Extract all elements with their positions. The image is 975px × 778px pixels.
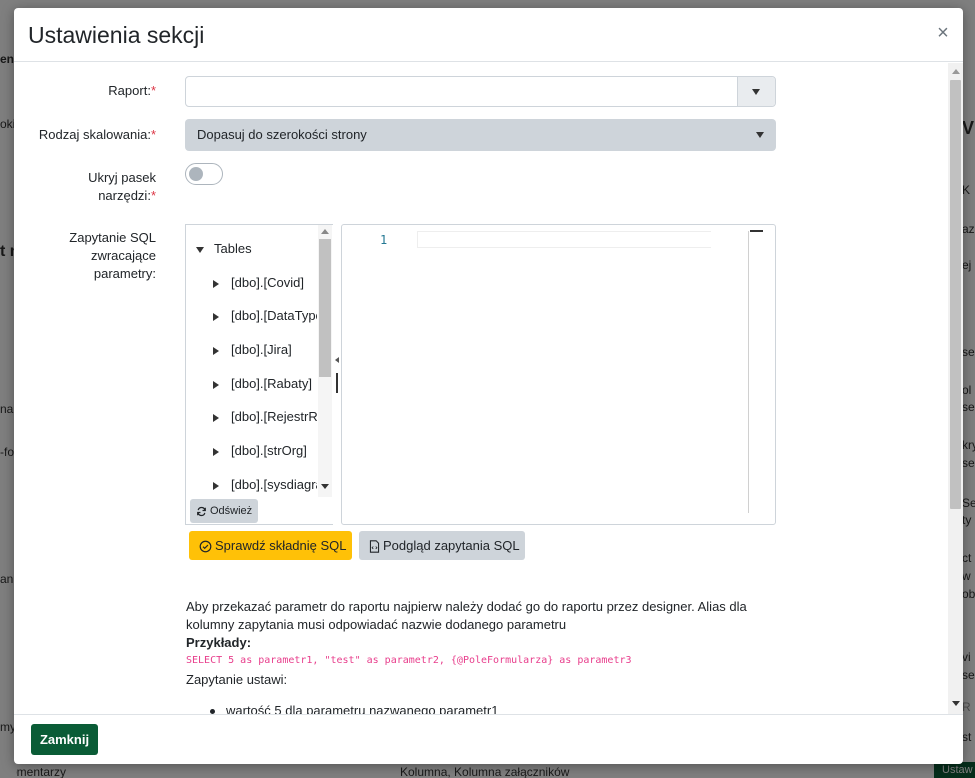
- caret-right-icon: [213, 380, 219, 389]
- caret-right-icon: [213, 447, 219, 456]
- raport-dropdown-toggle[interactable]: [737, 77, 775, 106]
- example-code: SELECT 5 as parametr1, "test" as paramet…: [186, 655, 632, 666]
- required-mark: *: [150, 188, 156, 203]
- scroll-down-icon[interactable]: [952, 701, 960, 706]
- toggle-knob: [189, 167, 203, 181]
- refresh-button[interactable]: Odśwież: [190, 499, 259, 523]
- tree-root-tables[interactable]: Tables: [196, 241, 252, 256]
- close-icon[interactable]: ×: [934, 22, 952, 44]
- editor-ruler: [748, 231, 749, 513]
- line-number: 1: [380, 233, 388, 247]
- tree-item-table[interactable]: [dbo].[Jira]: [213, 342, 317, 357]
- tables-tree-panel: Tables [dbo].[Covid] [dbo].[DataTypes] […: [185, 224, 333, 525]
- chevron-down-icon: [752, 89, 760, 95]
- scaling-label: Rodzaj skalowania:*: [38, 127, 156, 142]
- modal-footer: Zamknij: [14, 714, 963, 764]
- section-settings-dialog: Ustawienia sekcji × Raport:* Rodzaj skal…: [14, 8, 963, 764]
- tree-scrollbar[interactable]: [318, 225, 332, 497]
- caret-right-icon: [213, 481, 219, 490]
- required-mark: *: [150, 127, 156, 142]
- tree-item-table[interactable]: [dbo].[RejestrRabatow]: [213, 409, 317, 424]
- tree-item-table[interactable]: [dbo].[sysdiagrams]: [213, 477, 317, 492]
- tree-item-table[interactable]: [dbo].[Rabaty]: [213, 376, 317, 391]
- scroll-thumb[interactable]: [950, 80, 961, 509]
- tree-item-table[interactable]: [dbo].[strOrg]: [213, 443, 317, 458]
- chevron-down-icon: [756, 132, 764, 138]
- modal-scrollbar[interactable]: [948, 63, 963, 714]
- caret-right-icon: [213, 312, 219, 321]
- sql-query-label: Zapytanie SQL zwracające parametry:: [69, 230, 156, 281]
- refresh-icon: [197, 506, 206, 516]
- tree-item-table[interactable]: [dbo].[DataTypes]: [213, 308, 317, 323]
- close-button[interactable]: Zamknij: [31, 724, 98, 755]
- scaling-select[interactable]: Dopasuj do szerokości strony: [185, 119, 776, 151]
- check-syntax-button[interactable]: Sprawdź składnię SQL: [189, 531, 352, 560]
- tree-item-table[interactable]: [dbo].[Covid]: [213, 275, 317, 290]
- scroll-up-icon[interactable]: [321, 229, 329, 234]
- examples-title: Przykłady:: [186, 635, 252, 650]
- sql-editor[interactable]: 1: [341, 224, 776, 525]
- caret-right-icon: [213, 346, 219, 355]
- scroll-down-icon[interactable]: [321, 484, 329, 489]
- collapse-left-icon[interactable]: [335, 357, 339, 363]
- check-circle-icon: [199, 540, 212, 553]
- modal-header: Ustawienia sekcji ×: [14, 8, 963, 62]
- minimap-slider[interactable]: [750, 230, 763, 232]
- modal-title: Ustawienia sekcji: [28, 22, 205, 48]
- help-text: Aby przekazać parametr do raportu najpie…: [186, 599, 747, 632]
- required-mark: *: [150, 83, 156, 98]
- modal-body: Raport:* Rodzaj skalowania:* Dopasuj do …: [14, 63, 963, 714]
- hide-toolbar-toggle[interactable]: [185, 163, 223, 185]
- list-item: wartość 5 dla parametru nazwanego parame…: [226, 703, 499, 714]
- scaling-value: Dopasuj do szerokości strony: [197, 127, 367, 142]
- splitter-handle[interactable]: [336, 373, 338, 393]
- caret-right-icon: [213, 413, 219, 422]
- file-code-icon: [369, 540, 380, 553]
- raport-label: Raport:*: [108, 83, 156, 98]
- query-sets-title: Zapytanie ustawi:: [186, 672, 288, 687]
- hide-toolbar-label: Ukryj pasek narzędzi:*: [88, 170, 156, 203]
- scroll-up-icon[interactable]: [952, 69, 960, 74]
- caret-down-icon: [196, 246, 204, 253]
- raport-select[interactable]: [185, 76, 776, 107]
- scroll-thumb[interactable]: [319, 239, 331, 377]
- preview-sql-button[interactable]: Podgląd zapytania SQL: [359, 531, 525, 560]
- current-line[interactable]: [417, 231, 711, 248]
- caret-right-icon: [213, 279, 219, 288]
